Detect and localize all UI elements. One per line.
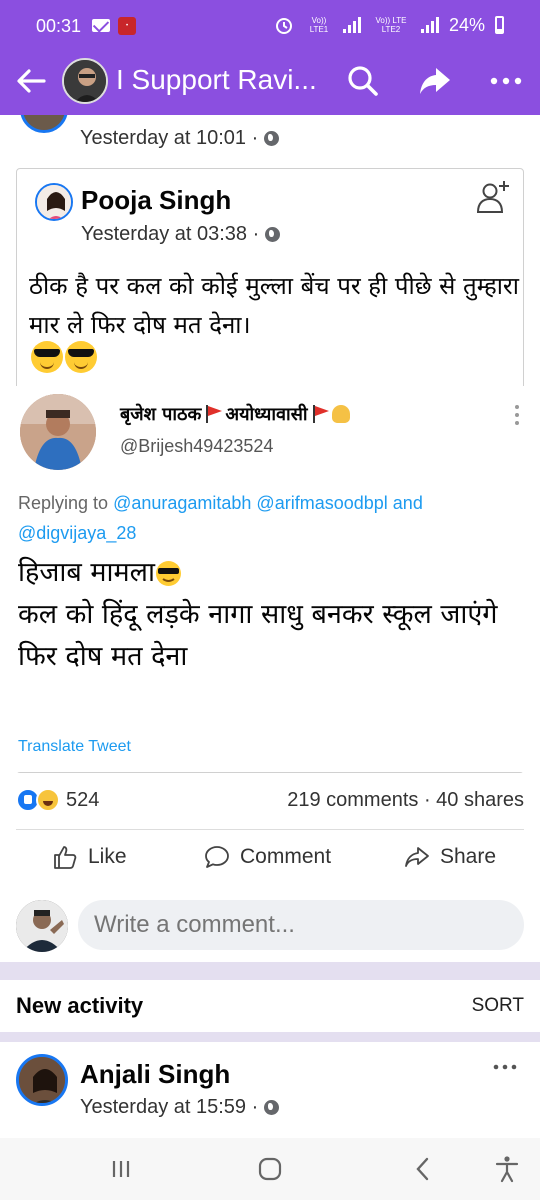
sunglasses-emoji-icon [155, 561, 181, 586]
emoji-row [31, 341, 97, 373]
group-avatar[interactable] [62, 58, 108, 104]
next-post-avatar[interactable] [16, 1054, 68, 1106]
share-icon[interactable] [416, 62, 454, 100]
app-notification-icon: • [118, 17, 136, 35]
share-button[interactable]: Share [404, 844, 496, 870]
battery-percent: 24% [448, 14, 485, 35]
like-button[interactable]: Like [52, 844, 127, 870]
top-post-header: Yesterday at 10:01 · [0, 115, 540, 165]
next-post-time-text: Yesterday at 15:59 · [80, 1096, 259, 1118]
status-indicators: Vo)) LTE1 Vo)) LTE LTE2 24% [273, 14, 504, 36]
status-time: 00:31 [36, 16, 82, 36]
globe-icon [265, 227, 281, 242]
top-post-time-text: Yesterday at 10:01 · [80, 127, 259, 149]
signal-icon-2 [420, 17, 439, 33]
more-options-icon[interactable] [492, 1062, 518, 1072]
status-bar: 00:31 • Vo)) LTE1 Vo)) LTE LTE2 24% [0, 14, 540, 42]
shared-post-time-text: Yesterday at 03:38 · [81, 223, 260, 245]
network-label-2: Vo)) LTE LTE2 [375, 16, 407, 34]
globe-icon [264, 1100, 280, 1115]
comment-label: Comment [240, 845, 332, 868]
share-arrow-icon [405, 847, 429, 867]
like-label: Like [88, 845, 127, 868]
sort-button[interactable]: SORT [472, 995, 524, 1017]
folded-hands-icon [331, 405, 350, 423]
comment-composer [0, 896, 540, 956]
network-label-1: Vo)) LTE1 [309, 16, 329, 34]
tweet-line-2: कल को हिंदू लड़के नागा साधु बनकर स्कूल ज… [18, 599, 498, 630]
comment-button[interactable]: Comment [204, 844, 331, 870]
back-arrow-icon[interactable] [14, 64, 48, 98]
shared-post-text: ठीक है पर कल को कोई मुल्ला बेंच पर ही पी… [29, 272, 519, 339]
search-icon[interactable] [344, 62, 382, 100]
tweet-line-3: फिर दोष मत देना [18, 641, 188, 672]
like-icon [54, 846, 77, 869]
tweet-avatar [20, 394, 96, 470]
next-post-author[interactable]: Anjali Singh [80, 1059, 230, 1090]
recent-apps-icon[interactable] [106, 1154, 136, 1184]
sunglasses-emoji-icon [31, 341, 63, 373]
more-vertical-icon [515, 405, 519, 425]
battery-icon [495, 16, 504, 34]
top-post-time[interactable]: Yesterday at 10:01 · [80, 127, 280, 150]
section-separator [0, 962, 540, 980]
shared-post-time[interactable]: Yesterday at 03:38 · [81, 223, 281, 246]
signal-icon-1 [342, 17, 361, 33]
tweet-text: हिजाब मामला कल को हिंदू लड़के नागा साधु … [18, 552, 518, 678]
tweet-author: बृजेश पाठक अयोध्यावासी [120, 402, 350, 426]
alarm-icon [275, 18, 292, 34]
home-icon[interactable] [255, 1154, 285, 1184]
tweet-replying-to: Replying to @anuragamitabh @arifmasoodbp… [18, 493, 423, 543]
pooja-avatar[interactable] [35, 183, 73, 221]
tweet-handle: @Brijesh49423524 [120, 436, 274, 456]
flag-icon [312, 405, 329, 423]
tweet-author-suffix: अयोध्यावासी [225, 404, 308, 425]
translate-tweet-link[interactable]: Translate Tweet [18, 738, 131, 756]
tweet-author-name: बृजेश पाठक [120, 404, 202, 425]
flag-icon [205, 405, 223, 423]
back-nav-icon[interactable] [408, 1154, 438, 1184]
add-friend-icon[interactable] [475, 179, 511, 215]
section-separator [0, 1032, 540, 1042]
shared-post-author[interactable]: Pooja Singh [81, 185, 231, 216]
share-label: Share [440, 845, 497, 868]
user-avatar[interactable] [16, 900, 68, 952]
comment-icon [205, 846, 229, 868]
top-post-avatar[interactable] [20, 115, 68, 133]
comments-shares-count[interactable]: 219 comments · 40 shares [287, 789, 524, 812]
accessibility-icon[interactable] [492, 1154, 522, 1184]
mail-icon [92, 19, 110, 32]
sunglasses-emoji-icon [65, 341, 97, 373]
post-actions: Like Comment Share [0, 830, 540, 890]
more-icon[interactable] [486, 62, 526, 100]
app-bar: I Support Ravi... [0, 52, 540, 112]
haha-reaction-icon [36, 788, 60, 812]
next-post-time[interactable]: Yesterday at 15:59 · [80, 1096, 280, 1119]
comment-input[interactable] [78, 900, 524, 950]
reactions-summary[interactable]: 524 [16, 788, 99, 812]
tweet-line-1: हिजाब मामला [18, 557, 155, 588]
new-activity-heading: New activity [16, 993, 144, 1018]
reactions-count: 524 [66, 788, 100, 811]
page-title[interactable]: I Support Ravi... [116, 64, 317, 96]
tweet-screenshot[interactable]: बृजेश पाठक अयोध्यावासी @Brijesh49423524 … [0, 386, 524, 772]
system-navigation-bar [0, 1138, 540, 1200]
globe-icon [264, 131, 280, 146]
